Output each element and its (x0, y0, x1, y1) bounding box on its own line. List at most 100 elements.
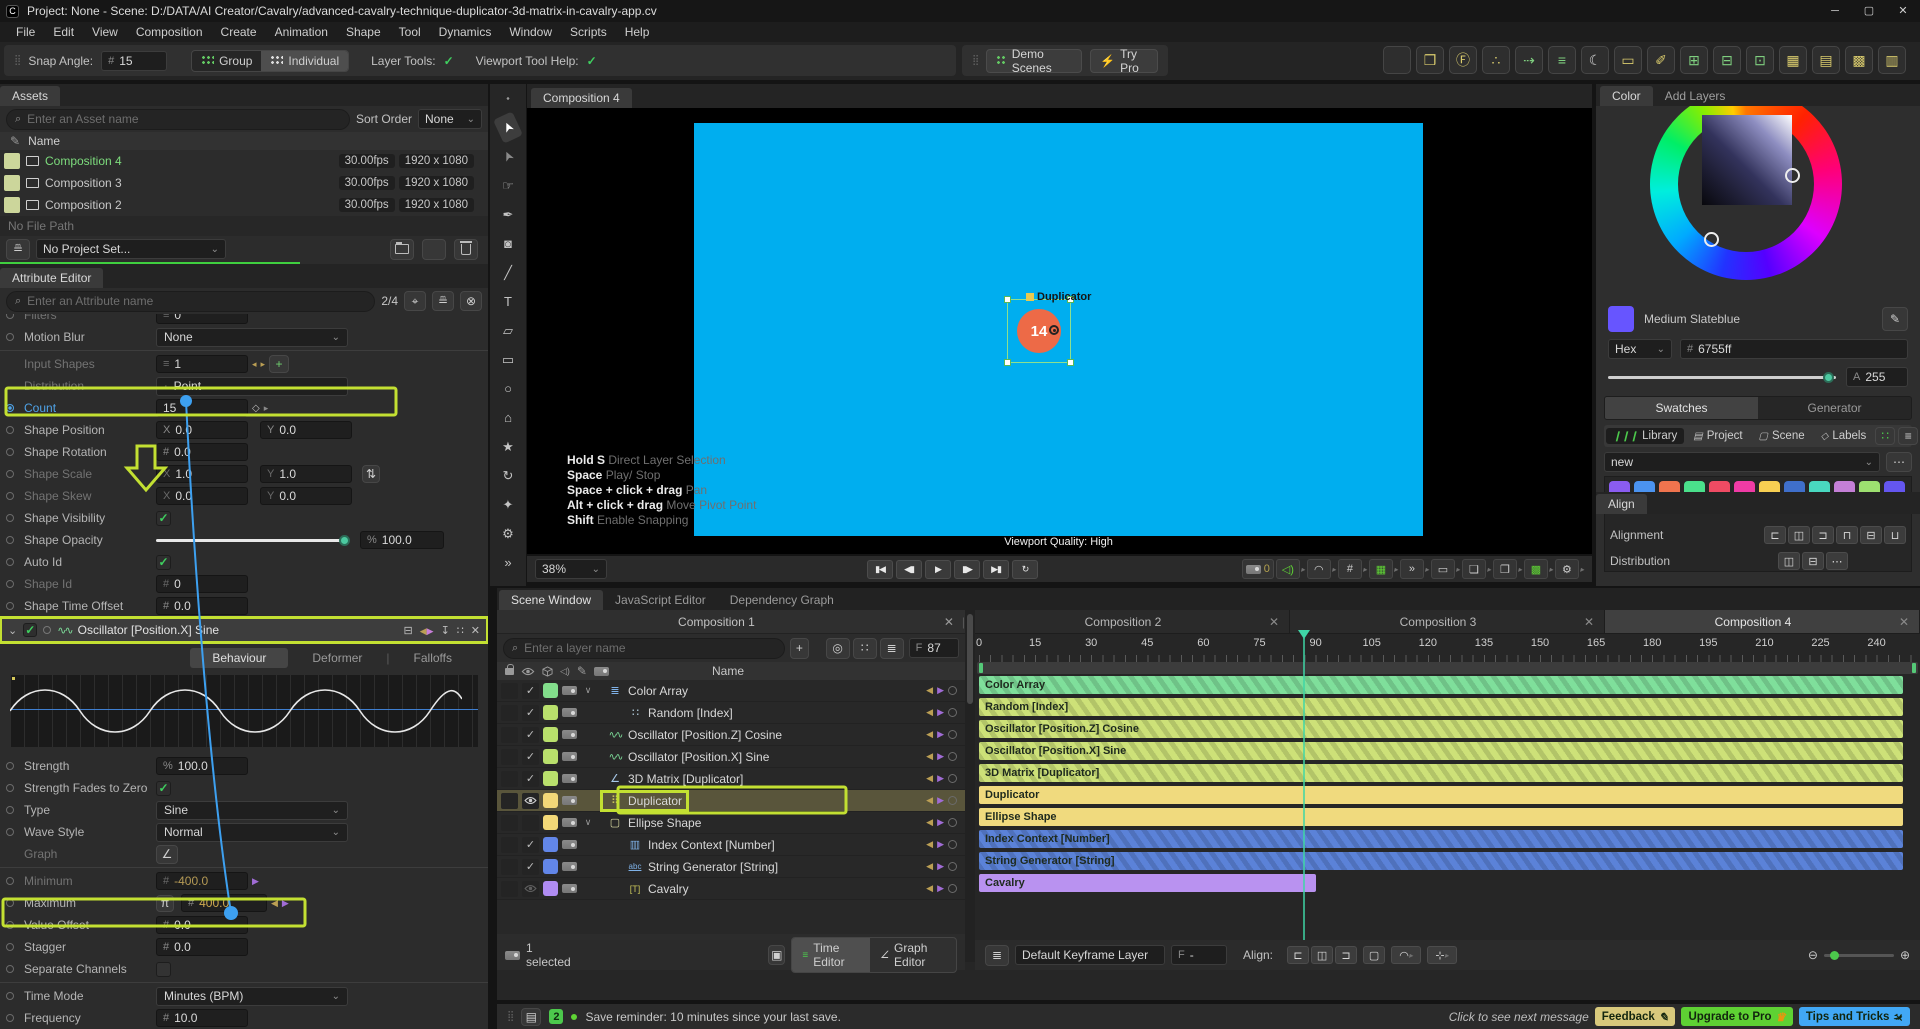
expand-arrow-icon[interactable]: ▸ (1394, 565, 1398, 574)
pivot-point-icon[interactable] (1049, 325, 1059, 335)
state-cell[interactable]: ✓ (522, 726, 539, 743)
lock-cell[interactable] (501, 704, 518, 721)
expand-chevron-icon[interactable]: ∨ (581, 817, 595, 828)
star-tool-icon[interactable]: ★ (495, 436, 521, 457)
distribute-random-icon[interactable]: ⋯ (1826, 552, 1848, 570)
step-back-icon[interactable]: ◀▮ (896, 559, 922, 579)
next-key-icon[interactable]: ▸ (264, 403, 269, 414)
layer-color-swatch[interactable] (543, 859, 558, 874)
next-key-icon[interactable]: ▶ (937, 883, 944, 894)
tag-icon[interactable] (562, 840, 577, 849)
expand-arrow-icon[interactable]: ▸ (1363, 565, 1367, 574)
timeline-row[interactable]: Random [Index] (975, 696, 1920, 718)
expand-arrow-icon[interactable]: ▸ (1332, 565, 1336, 574)
lock-cell[interactable] (501, 770, 518, 787)
next-key-icon[interactable]: ▶ (252, 876, 259, 887)
next-key-icon[interactable]: ▶ (282, 898, 289, 909)
saturation-value-square[interactable] (1702, 115, 1792, 205)
next-key-icon[interactable]: ▶ (937, 707, 944, 718)
link-scale-icon[interactable]: ⇅ (362, 465, 380, 483)
layer-search-input[interactable] (524, 641, 776, 655)
keyframe-bullet[interactable] (6, 899, 14, 907)
input-shapes-field[interactable]: ≡ 1 (156, 355, 248, 373)
keyframe-circle-icon[interactable] (948, 730, 957, 739)
next-key-icon[interactable]: ▶ (937, 729, 944, 740)
panel-options-icon[interactable]: ⊟ (404, 624, 413, 637)
align-left-icon[interactable]: ⊏ (1764, 526, 1786, 544)
filter-settings-icon[interactable]: ≣ (879, 637, 904, 659)
grid-icon[interactable]: ▩ (1845, 46, 1873, 74)
prev-key-icon[interactable]: ◀ (926, 817, 933, 828)
align-horizontal-icon[interactable]: ⊞ (1680, 46, 1708, 74)
keyframe-bullet[interactable] (6, 333, 14, 341)
state-cell[interactable]: ✓ (522, 792, 539, 809)
assets-tab[interactable]: Assets (0, 86, 61, 106)
upgrade-to-pro-button[interactable]: Upgrade to Pro ♛ (1681, 1007, 1793, 1026)
shape-position-x-field[interactable]: X 0.0 (156, 421, 248, 439)
keyframe-circle-icon[interactable] (948, 752, 957, 761)
ellipse-tool-icon[interactable]: ○ (495, 378, 521, 399)
timeline-range-bar[interactable] (977, 662, 1918, 674)
rows-icon[interactable]: ▤ (1812, 46, 1840, 74)
duplicator-icon[interactable] (607, 794, 623, 807)
asset-row[interactable]: Composition 2 30.00fps 1920 x 1080 (0, 194, 488, 216)
prev-key-icon[interactable]: ◀ (926, 707, 933, 718)
lock-cell[interactable] (501, 726, 518, 743)
keyframe-circle-icon[interactable] (948, 796, 957, 805)
align-vertical-icon[interactable]: ⊟ (1713, 46, 1741, 74)
prev-key-icon[interactable]: ◀ (926, 751, 933, 762)
text-icon[interactable] (627, 884, 643, 894)
keyframe-bullet[interactable] (6, 448, 14, 456)
panel-toggle-icon[interactable]: ▣ (768, 945, 786, 965)
keyframe-diamond-icon[interactable]: ◇ (252, 403, 260, 414)
shape-skew-x-field[interactable]: X 0.0 (156, 487, 248, 505)
tab-scene-window[interactable]: Scene Window (499, 590, 604, 610)
timeline-composition-tab[interactable]: Composition 3 ✕ (1290, 610, 1605, 633)
keyframe-bullet[interactable] (6, 877, 14, 885)
count-field[interactable]: 15 (156, 399, 248, 417)
tag-icon[interactable] (562, 708, 577, 717)
layer-list-scrollbar[interactable] (965, 610, 975, 962)
prev-key-icon[interactable]: ◀ (271, 898, 278, 909)
state-cell[interactable]: ✓ (522, 770, 539, 787)
menu-item[interactable]: Shape (338, 25, 389, 39)
align-top-icon[interactable]: ⊓ (1836, 526, 1858, 544)
tag-icon[interactable] (562, 752, 577, 761)
align-keys-left-icon[interactable]: ⊏ (1287, 946, 1310, 964)
scene-button[interactable]: ▢ Scene (1752, 428, 1812, 444)
time-editor-button[interactable]: ≡ Time Editor (792, 938, 871, 972)
tab-javascript-editor[interactable]: JavaScript Editor (603, 590, 718, 610)
library-button[interactable]: ❙❙❙ Library (1606, 428, 1685, 444)
frame-field[interactable]: F 87 (908, 638, 959, 658)
menu-item[interactable]: File (8, 25, 43, 39)
sparkle-tool-icon[interactable]: ✦ (495, 494, 521, 515)
keyframe-circle-icon[interactable] (948, 686, 957, 695)
keyframe-circle-icon[interactable] (948, 818, 957, 827)
eye-icon[interactable] (521, 667, 535, 676)
close-icon[interactable]: ✕ (1899, 615, 1909, 629)
timeline-row[interactable]: 3D Matrix [Duplicator] (975, 762, 1920, 784)
type-select[interactable]: Sine ⌄ (156, 800, 348, 820)
prev-key-icon[interactable]: ◀ (926, 795, 933, 806)
add-input-shape-button[interactable]: + (269, 355, 290, 373)
next-arrow-icon[interactable]: ▸ (261, 359, 266, 370)
menu-item[interactable]: View (84, 25, 126, 39)
asset-color-swatch[interactable] (4, 197, 20, 213)
lock-cell[interactable] (501, 858, 518, 875)
select-tool-icon[interactable]: ➤ (492, 111, 524, 144)
prev-arrow-icon[interactable]: ◂ (252, 359, 257, 370)
try-pro-button[interactable]: ⚡ Try Pro (1090, 47, 1158, 75)
layer-row[interactable]: ✓ Oscillator [Position.Z] Cosine ◀ ▶ (497, 724, 965, 746)
skew-tool-icon[interactable]: ▱ (495, 320, 521, 341)
menu-item[interactable]: Animation (267, 25, 336, 39)
timeline-row[interactable]: Oscillator [Position.X] Sine (975, 740, 1920, 762)
individual-mode-button[interactable]: Individual (261, 50, 349, 71)
align-bottom-icon[interactable]: ⊔ (1884, 526, 1906, 544)
keyframe-bullet[interactable] (6, 602, 14, 610)
copy-icon[interactable]: ❐ (1492, 559, 1517, 579)
tab-color[interactable]: Color (1600, 86, 1653, 106)
next-key-icon[interactable]: ▶ (937, 795, 944, 806)
pen-tool-icon[interactable]: ✒ (495, 204, 521, 225)
expand-arrow-icon[interactable]: ▸ (1301, 565, 1305, 574)
keyframe-layer-icon[interactable]: ≣ (985, 944, 1009, 966)
